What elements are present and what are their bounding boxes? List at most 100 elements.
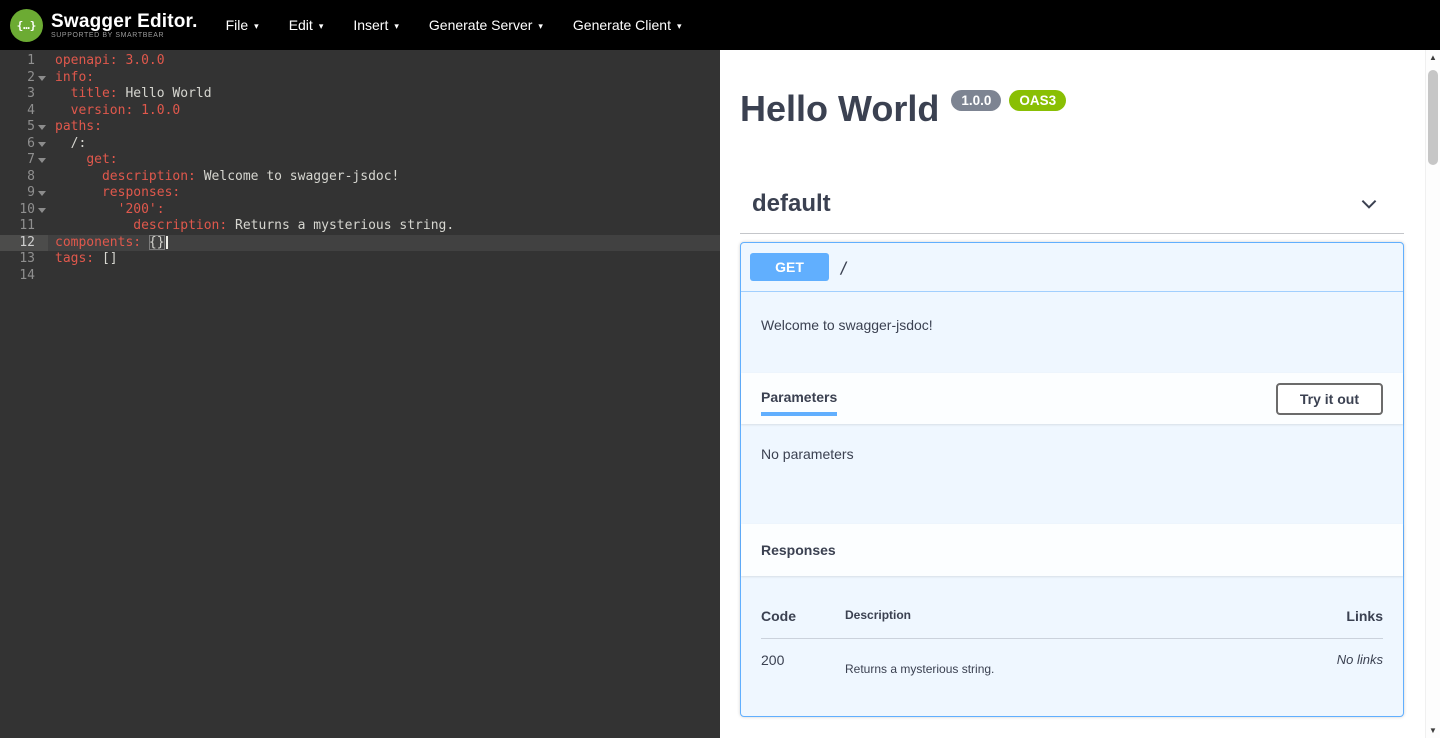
menu-label: File xyxy=(226,17,249,33)
operation-description: Welcome to swagger-jsdoc! xyxy=(741,292,1403,373)
responses-table: Code Description Links 200Returns a myst… xyxy=(741,576,1403,716)
code-text: version: 1.0.0 xyxy=(48,103,180,120)
editor-line[interactable]: 3 title: Hello World xyxy=(0,86,720,103)
scrollbar-thumb[interactable] xyxy=(1428,70,1438,165)
try-it-out-button[interactable]: Try it out xyxy=(1276,383,1383,415)
version-badge: 1.0.0 xyxy=(951,90,1001,111)
scroll-down-icon[interactable]: ▼ xyxy=(1426,726,1440,735)
line-number: 6 xyxy=(0,136,48,153)
fold-arrow-icon[interactable] xyxy=(38,76,46,81)
chevron-down-icon[interactable] xyxy=(1358,193,1380,215)
editor-line[interactable]: 9 responses: xyxy=(0,185,720,202)
line-number: 2 xyxy=(0,70,48,87)
logo-glyph: {…} xyxy=(17,19,37,32)
scrollbar[interactable]: ▲ ▼ xyxy=(1425,50,1440,738)
no-parameters-text: No parameters xyxy=(741,424,1403,524)
main-split: 1openapi: 3.0.02info:3 title: Hello Worl… xyxy=(0,50,1440,738)
col-links: Links xyxy=(1253,608,1383,624)
editor-line[interactable]: 6 /: xyxy=(0,136,720,153)
response-row: 200Returns a mysterious string.No links xyxy=(761,639,1383,676)
operation-summary[interactable]: GET / xyxy=(741,243,1403,292)
caret-down-icon: ▾ xyxy=(394,22,399,31)
editor-line[interactable]: 13tags: [] xyxy=(0,251,720,268)
caret-down-icon: ▾ xyxy=(538,22,543,31)
line-number: 8 xyxy=(0,169,48,186)
code-text: responses: xyxy=(48,185,180,202)
api-docs-preview: Hello World 1.0.0 OAS3 default GET / Wel… xyxy=(720,50,1425,738)
code-text: title: Hello World xyxy=(48,86,212,103)
line-number: 9 xyxy=(0,185,48,202)
code-text xyxy=(48,268,55,285)
line-number: 4 xyxy=(0,103,48,120)
line-number: 11 xyxy=(0,218,48,235)
editor-line[interactable]: 2info: xyxy=(0,70,720,87)
menu-label: Edit xyxy=(289,17,313,33)
menu-generate-server[interactable]: Generate Server ▾ xyxy=(429,17,543,33)
oas3-badge: OAS3 xyxy=(1009,90,1066,111)
responses-title: Responses xyxy=(761,542,836,558)
editor-line[interactable]: 14 xyxy=(0,268,720,285)
responses-table-body: 200Returns a mysterious string.No links xyxy=(761,639,1383,676)
menu-file[interactable]: File▾ xyxy=(226,17,259,33)
line-number: 14 xyxy=(0,268,48,285)
line-number: 1 xyxy=(0,53,48,70)
fold-arrow-icon[interactable] xyxy=(38,158,46,163)
code-text: paths: xyxy=(48,119,102,136)
editor-line[interactable]: 7 get: xyxy=(0,152,720,169)
editor-line[interactable]: 10 '200': xyxy=(0,202,720,219)
code-text: '200': xyxy=(48,202,165,219)
code-text: description: Returns a mysterious string… xyxy=(48,218,454,235)
swagger-logo-icon: {…} xyxy=(10,9,43,42)
line-number: 7 xyxy=(0,152,48,169)
editor-line[interactable]: 1openapi: 3.0.0 xyxy=(0,53,720,70)
menu-label: Insert xyxy=(353,17,388,33)
menu-label: Generate Client xyxy=(573,17,671,33)
topbar: {…} Swagger Editor. Supported by SMARTBE… xyxy=(0,0,1440,50)
api-title: Hello World xyxy=(740,88,939,130)
code-text: components: {} xyxy=(48,235,168,252)
response-links: No links xyxy=(1253,652,1383,676)
tag-section-default[interactable]: default xyxy=(740,190,1404,234)
menu-insert[interactable]: Insert ▾ xyxy=(353,17,399,33)
fold-arrow-icon[interactable] xyxy=(38,208,46,213)
col-description: Description xyxy=(845,608,1253,624)
editor-lines: 1openapi: 3.0.02info:3 title: Hello Worl… xyxy=(0,53,720,284)
text-cursor xyxy=(166,236,168,249)
menu-label: Generate Server xyxy=(429,17,533,33)
logo-subtitle: Supported by SMARTBEAR xyxy=(51,32,198,39)
fold-arrow-icon[interactable] xyxy=(38,142,46,147)
api-badges: 1.0.0 OAS3 xyxy=(951,90,1066,111)
logo-text: Swagger Editor. Supported by SMARTBEAR xyxy=(51,12,198,39)
response-description: Returns a mysterious string. xyxy=(845,652,1253,676)
http-method-badge: GET xyxy=(750,253,829,281)
menu-generate-client[interactable]: Generate Client▾ xyxy=(573,17,682,33)
fold-arrow-icon[interactable] xyxy=(38,191,46,196)
code-text: /: xyxy=(48,136,86,153)
response-code: 200 xyxy=(761,652,845,676)
menu-edit[interactable]: Edit▾ xyxy=(289,17,324,33)
code-text: description: Welcome to swagger-jsdoc! xyxy=(48,169,399,186)
yaml-editor[interactable]: 1openapi: 3.0.02info:3 title: Hello Worl… xyxy=(0,50,720,738)
responses-table-header: Code Description Links xyxy=(761,576,1383,639)
editor-line[interactable]: 4 version: 1.0.0 xyxy=(0,103,720,120)
parameters-header: Parameters Try it out xyxy=(741,373,1403,424)
code-text: tags: [] xyxy=(48,251,118,268)
api-info: Hello World 1.0.0 OAS3 xyxy=(740,88,1404,130)
code-text: info: xyxy=(48,70,94,87)
opblock-get: GET / Welcome to swagger-jsdoc! Paramete… xyxy=(740,242,1404,717)
line-number: 13 xyxy=(0,251,48,268)
swagger-editor-logo[interactable]: {…} Swagger Editor. Supported by SMARTBE… xyxy=(10,9,198,42)
editor-line[interactable]: 8 description: Welcome to swagger-jsdoc! xyxy=(0,169,720,186)
line-number: 3 xyxy=(0,86,48,103)
line-number: 5 xyxy=(0,119,48,136)
operation-path: / xyxy=(839,258,849,277)
line-number: 10 xyxy=(0,202,48,219)
editor-line[interactable]: 11 description: Returns a mysterious str… xyxy=(0,218,720,235)
col-code: Code xyxy=(761,608,845,624)
fold-arrow-icon[interactable] xyxy=(38,125,46,130)
editor-line[interactable]: 5paths: xyxy=(0,119,720,136)
editor-line[interactable]: 12components: {} xyxy=(0,235,720,252)
scroll-up-icon[interactable]: ▲ xyxy=(1426,53,1440,62)
code-text: get: xyxy=(48,152,118,169)
app-title: Swagger Editor. xyxy=(51,12,198,32)
